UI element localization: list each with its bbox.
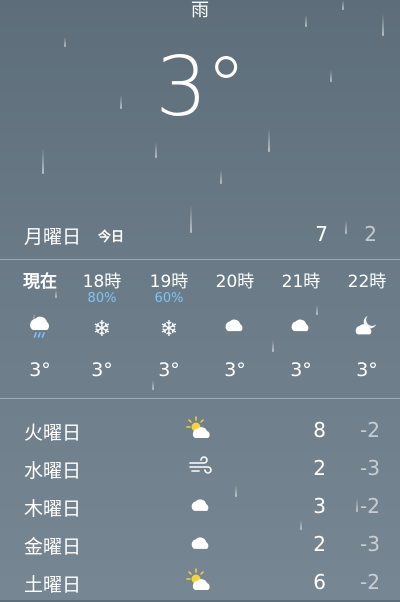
hour-item: 現在 3° <box>10 262 70 382</box>
hour-precip-chance <box>205 292 265 306</box>
day-high-temp: 2 <box>313 532 326 556</box>
daily-row: 水曜日 2 -3 <box>0 450 400 488</box>
day-low-temp: -2 <box>360 418 380 442</box>
today-low-temp: 2 <box>364 222 377 246</box>
day-high-temp: 6 <box>313 570 326 594</box>
hour-time: 20時 <box>215 272 255 292</box>
current-condition: 雨 <box>191 0 209 21</box>
hour-item: 21時 3° <box>271 262 331 382</box>
hour-temp: 3° <box>158 359 180 381</box>
hour-precip-chance <box>337 292 397 306</box>
hour-precip-chance <box>10 292 70 306</box>
snowflake-icon: ❄ <box>159 317 179 342</box>
daily-row: 木曜日 3 -2 <box>0 488 400 526</box>
wind-icon <box>186 454 216 480</box>
hour-time: 現在 <box>23 272 57 292</box>
today-high-temp: 7 <box>315 222 328 246</box>
today-summary-row: 月曜日 今日 7 2 <box>0 218 400 250</box>
day-name: 土曜日 <box>24 574 82 596</box>
day-low-temp: -2 <box>360 570 380 594</box>
day-low-temp: -2 <box>360 494 380 518</box>
hour-temp: 3° <box>29 359 51 381</box>
current-temperature: 3° <box>155 40 246 135</box>
hour-item: 20時 3° <box>205 262 265 382</box>
daily-forecast: 火曜日 8 -2 水曜日 2 -3 木曜日 3 -2 金曜日 2 -3 土曜日 … <box>0 412 400 602</box>
cloud-icon <box>205 312 265 348</box>
day-name: 木曜日 <box>24 498 82 520</box>
cloud-icon <box>271 312 331 348</box>
snowflake-icon: ❄ <box>92 317 112 342</box>
hour-item: 18時 80% ❄ 3° <box>72 262 132 382</box>
hour-time: 18時 <box>82 272 122 292</box>
hour-time: 19時 <box>149 272 189 292</box>
hour-temp: 3° <box>224 359 246 381</box>
hour-precip-chance: 60% <box>154 291 184 306</box>
day-high-temp: 3 <box>313 494 326 518</box>
partly-sunny-icon <box>186 416 216 442</box>
hour-time: 21時 <box>281 272 321 292</box>
day-low-temp: -3 <box>360 456 380 480</box>
today-day-name: 月曜日 <box>24 226 82 248</box>
day-high-temp: 8 <box>313 418 326 442</box>
cloud-icon <box>186 492 216 518</box>
hour-item: 19時 60% ❄ 3° <box>139 262 199 382</box>
hour-temp: 3° <box>356 359 378 381</box>
day-name: 金曜日 <box>24 536 82 558</box>
hour-precip-chance: 80% <box>87 291 117 306</box>
hour-time: 22時 <box>347 272 387 292</box>
hour-temp: 3° <box>91 359 113 381</box>
rain-cloud-icon <box>10 312 70 348</box>
cloud-icon <box>186 530 216 556</box>
hourly-forecast[interactable]: 現在 3° 18時 80% ❄ 3° 19時 60% ❄ 3° 20時 3° 2… <box>0 262 400 396</box>
day-name: 水曜日 <box>24 460 82 482</box>
day-name: 火曜日 <box>24 422 82 444</box>
divider-bottom <box>0 398 400 399</box>
hour-item: 22時 3° <box>337 262 397 382</box>
hour-temp: 3° <box>290 359 312 381</box>
divider-top <box>0 259 400 260</box>
daily-row: 火曜日 8 -2 <box>0 412 400 450</box>
hour-precip-chance <box>271 292 331 306</box>
daily-row: 金曜日 2 -3 <box>0 526 400 564</box>
day-low-temp: -3 <box>360 532 380 556</box>
today-label: 今日 <box>98 230 125 245</box>
partly-cloudy-night-icon <box>337 312 397 348</box>
day-high-temp: 2 <box>313 456 326 480</box>
partly-sunny-icon <box>186 568 216 594</box>
daily-row: 土曜日 6 -2 <box>0 564 400 602</box>
